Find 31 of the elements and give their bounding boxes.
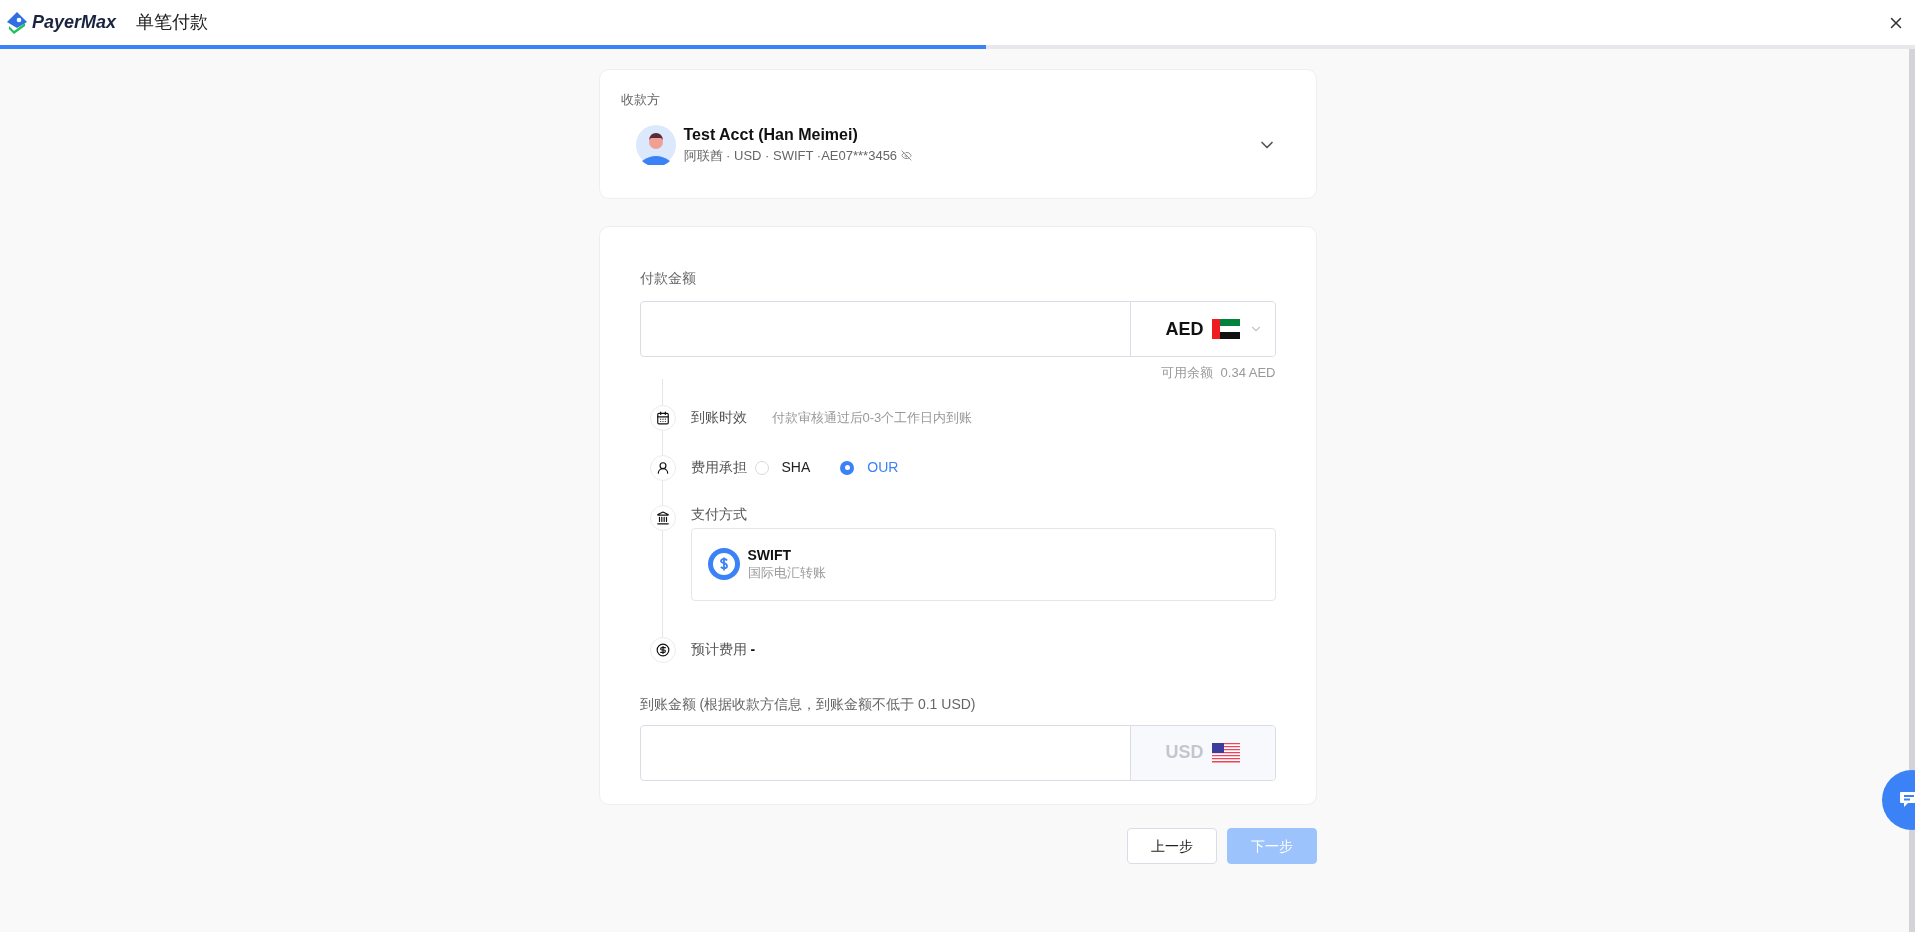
payment-method-card[interactable]: SWIFT 国际电汇转账 xyxy=(690,527,1276,601)
currency-select[interactable]: AED xyxy=(1129,302,1275,356)
step-label: 费用承担 xyxy=(690,458,747,477)
page-title: 单笔付款 xyxy=(136,11,209,34)
field-label: 到账金额 (根据收款方信息，到账金额不低于 0.1 USD) xyxy=(639,694,977,713)
step-value: 付款审核通过后0-3个工作日内到账 xyxy=(771,408,973,427)
method-description: 国际电汇转账 xyxy=(747,564,826,582)
method-name: SWIFT xyxy=(747,546,793,564)
payee-details: 阿联酋 · USD · SWIFT ·AE07***3456 xyxy=(683,146,898,165)
dollar-icon xyxy=(707,548,740,580)
step-label: 预计费用 xyxy=(690,640,747,659)
hidden-eye-icon[interactable] xyxy=(901,150,913,161)
section-label: 收款方 xyxy=(620,91,661,109)
flag-icon xyxy=(1211,319,1240,339)
chat-icon xyxy=(1899,791,1915,809)
flag-icon xyxy=(1211,742,1240,763)
avatar-icon xyxy=(635,124,676,165)
balance-label: 可用余额 xyxy=(1160,364,1213,382)
step-value: - xyxy=(750,640,756,659)
radio-option[interactable]: OUR xyxy=(840,457,899,478)
payee-selector[interactable]: Test Acct (Han Meimei) 阿联酋 · USD · SWIFT ·AE07***3456 xyxy=(620,123,1295,166)
logo-icon xyxy=(6,10,28,35)
step-label: 支付方式 xyxy=(690,504,748,524)
radio-option[interactable]: SHA xyxy=(754,457,811,478)
back-button[interactable]: 上一步 xyxy=(1126,828,1217,864)
payee-name: Test Acct (Han Meimei) xyxy=(683,124,859,145)
balance-value: 0.34 AED xyxy=(1220,364,1276,382)
step-label: 到账时效 xyxy=(690,408,747,427)
amount-field[interactable]: AED xyxy=(639,301,1276,357)
logo-text: PayerMax xyxy=(32,11,117,34)
field-label: 付款金额 xyxy=(639,269,697,287)
